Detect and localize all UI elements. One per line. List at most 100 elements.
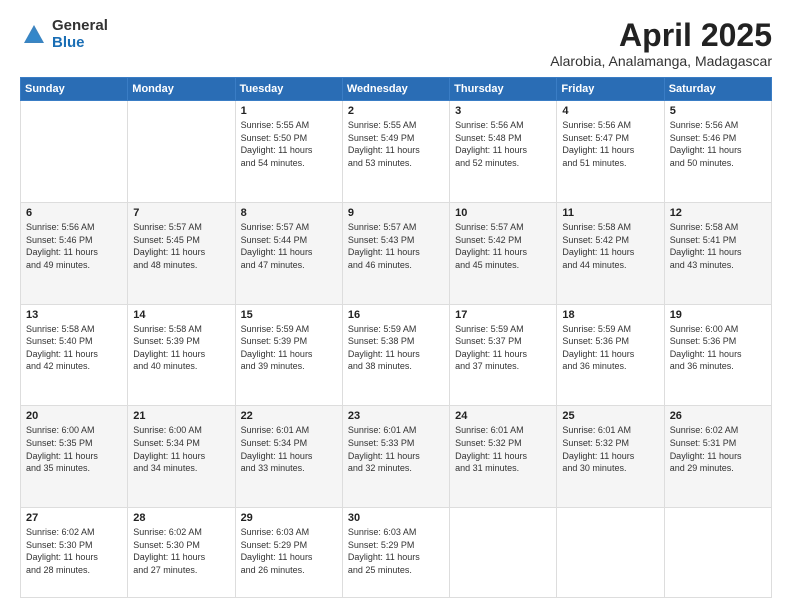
calendar-day-cell: 10 Sunrise: 5:57 AM Sunset: 5:42 PM Dayli…	[450, 202, 557, 304]
page: General Blue April 2025 Alarobia, Analam…	[0, 0, 792, 612]
day-number: 28	[133, 512, 229, 524]
calendar-header-friday: Friday	[557, 78, 664, 101]
day-detail: Sunrise: 6:00 AM Sunset: 5:34 PM Dayligh…	[133, 424, 229, 474]
calendar-week-row: 13Sunrise: 5:58 AM Sunset: 5:40 PM Dayli…	[21, 304, 772, 406]
day-detail: Sunrise: 6:02 AM Sunset: 5:31 PM Dayligh…	[670, 424, 766, 474]
day-number: 16	[348, 309, 444, 321]
calendar-week-row: 20Sunrise: 6:00 AM Sunset: 5:35 PM Dayli…	[21, 406, 772, 508]
day-detail: Sunrise: 5:58 AM Sunset: 5:39 PM Dayligh…	[133, 323, 229, 373]
day-detail: Sunrise: 5:59 AM Sunset: 5:38 PM Dayligh…	[348, 323, 444, 373]
calendar-day-cell: 27 Sunrise: 6:02 AM Sunset: 5:30 PM Dayli…	[21, 508, 128, 598]
calendar-day-cell: 28Sunrise: 6:02 AM Sunset: 5:30 PM Dayli…	[128, 508, 235, 598]
day-detail: Sunrise: 5:59 AM Sunset: 5:39 PM Dayligh…	[241, 323, 337, 373]
day-number: 25	[562, 410, 658, 422]
day-detail: Sunrise: 5:57 AM Sunset: 5:43 PM Dayligh…	[348, 221, 444, 271]
logo-text: General Blue	[52, 18, 108, 51]
day-detail: Sunrise: 5:59 AM Sunset: 5:36 PM Dayligh…	[562, 323, 658, 373]
calendar-day-cell: 17 Sunrise: 5:59 AM Sunset: 5:37 PM Dayli…	[450, 304, 557, 406]
day-number: 24	[455, 410, 551, 422]
calendar-header-saturday: Saturday	[664, 78, 771, 101]
logo-icon	[20, 21, 48, 49]
calendar-header-wednesday: Wednesday	[342, 78, 449, 101]
calendar-day-cell	[21, 101, 128, 203]
day-number: 10	[455, 207, 551, 219]
day-number: 9	[348, 207, 444, 219]
calendar-day-cell: 2Sunrise: 5:55 AM Sunset: 5:49 PM Daylig…	[342, 101, 449, 203]
day-detail: Sunrise: 6:03 AM Sunset: 5:29 PM Dayligh…	[241, 526, 337, 576]
calendar-day-cell: 29 Sunrise: 6:03 AM Sunset: 5:29 PM Dayli…	[235, 508, 342, 598]
day-detail: Sunrise: 5:56 AM Sunset: 5:46 PM Dayligh…	[670, 119, 766, 169]
day-detail: Sunrise: 5:57 AM Sunset: 5:45 PM Dayligh…	[133, 221, 229, 271]
calendar-day-cell: 20Sunrise: 6:00 AM Sunset: 5:35 PM Dayli…	[21, 406, 128, 508]
day-number: 11	[562, 207, 658, 219]
calendar-day-cell	[557, 508, 664, 598]
day-number: 20	[26, 410, 122, 422]
calendar-day-cell: 26 Sunrise: 6:02 AM Sunset: 5:31 PM Dayli…	[664, 406, 771, 508]
calendar-day-cell: 16 Sunrise: 5:59 AM Sunset: 5:38 PM Dayli…	[342, 304, 449, 406]
calendar-day-cell	[450, 508, 557, 598]
day-number: 30	[348, 512, 444, 524]
month-title: April 2025	[550, 18, 772, 53]
calendar-day-cell: 22 Sunrise: 6:01 AM Sunset: 5:34 PM Dayli…	[235, 406, 342, 508]
calendar-day-cell: 23 Sunrise: 6:01 AM Sunset: 5:33 PM Dayli…	[342, 406, 449, 508]
calendar-header-monday: Monday	[128, 78, 235, 101]
calendar-header-tuesday: Tuesday	[235, 78, 342, 101]
calendar-day-cell: 15 Sunrise: 5:59 AM Sunset: 5:39 PM Dayli…	[235, 304, 342, 406]
day-detail: Sunrise: 6:01 AM Sunset: 5:32 PM Dayligh…	[562, 424, 658, 474]
day-number: 4	[562, 105, 658, 117]
day-number: 1	[241, 105, 337, 117]
day-number: 18	[562, 309, 658, 321]
day-detail: Sunrise: 6:00 AM Sunset: 5:36 PM Dayligh…	[670, 323, 766, 373]
day-number: 21	[133, 410, 229, 422]
day-detail: Sunrise: 5:58 AM Sunset: 5:41 PM Dayligh…	[670, 221, 766, 271]
day-number: 3	[455, 105, 551, 117]
day-detail: Sunrise: 6:01 AM Sunset: 5:33 PM Dayligh…	[348, 424, 444, 474]
day-detail: Sunrise: 5:58 AM Sunset: 5:42 PM Dayligh…	[562, 221, 658, 271]
day-number: 23	[348, 410, 444, 422]
calendar-day-cell: 30 Sunrise: 6:03 AM Sunset: 5:29 PM Dayli…	[342, 508, 449, 598]
calendar-day-cell: 18 Sunrise: 5:59 AM Sunset: 5:36 PM Dayli…	[557, 304, 664, 406]
calendar-day-cell: 11 Sunrise: 5:58 AM Sunset: 5:42 PM Dayli…	[557, 202, 664, 304]
day-detail: Sunrise: 6:02 AM Sunset: 5:30 PM Dayligh…	[26, 526, 122, 576]
day-detail: Sunrise: 5:57 AM Sunset: 5:44 PM Dayligh…	[241, 221, 337, 271]
calendar-day-cell: 8Sunrise: 5:57 AM Sunset: 5:44 PM Daylig…	[235, 202, 342, 304]
header: General Blue April 2025 Alarobia, Analam…	[20, 18, 772, 69]
day-detail: Sunrise: 6:01 AM Sunset: 5:32 PM Dayligh…	[455, 424, 551, 474]
title-block: April 2025 Alarobia, Analamanga, Madagas…	[550, 18, 772, 69]
day-number: 13	[26, 309, 122, 321]
calendar-header-thursday: Thursday	[450, 78, 557, 101]
calendar-day-cell: 9 Sunrise: 5:57 AM Sunset: 5:43 PM Daylig…	[342, 202, 449, 304]
calendar-day-cell: 1 Sunrise: 5:55 AM Sunset: 5:50 PM Daylig…	[235, 101, 342, 203]
logo-blue-text: Blue	[52, 35, 108, 52]
calendar-day-cell: 7 Sunrise: 5:57 AM Sunset: 5:45 PM Daylig…	[128, 202, 235, 304]
calendar-day-cell	[128, 101, 235, 203]
calendar-day-cell: 12Sunrise: 5:58 AM Sunset: 5:41 PM Dayli…	[664, 202, 771, 304]
day-number: 26	[670, 410, 766, 422]
day-detail: Sunrise: 5:55 AM Sunset: 5:50 PM Dayligh…	[241, 119, 337, 169]
calendar-table: SundayMondayTuesdayWednesdayThursdayFrid…	[20, 77, 772, 598]
calendar-week-row: 27 Sunrise: 6:02 AM Sunset: 5:30 PM Dayli…	[21, 508, 772, 598]
day-number: 2	[348, 105, 444, 117]
calendar-day-cell: 14Sunrise: 5:58 AM Sunset: 5:39 PM Dayli…	[128, 304, 235, 406]
day-detail: Sunrise: 5:56 AM Sunset: 5:46 PM Dayligh…	[26, 221, 122, 271]
calendar-day-cell: 3 Sunrise: 5:56 AM Sunset: 5:48 PM Daylig…	[450, 101, 557, 203]
day-detail: Sunrise: 6:03 AM Sunset: 5:29 PM Dayligh…	[348, 526, 444, 576]
logo-general-text: General	[52, 18, 108, 35]
day-detail: Sunrise: 6:01 AM Sunset: 5:34 PM Dayligh…	[241, 424, 337, 474]
day-number: 29	[241, 512, 337, 524]
calendar-day-cell: 24 Sunrise: 6:01 AM Sunset: 5:32 PM Dayli…	[450, 406, 557, 508]
calendar-day-cell: 5Sunrise: 5:56 AM Sunset: 5:46 PM Daylig…	[664, 101, 771, 203]
calendar-day-cell: 4 Sunrise: 5:56 AM Sunset: 5:47 PM Daylig…	[557, 101, 664, 203]
day-number: 7	[133, 207, 229, 219]
day-detail: Sunrise: 5:57 AM Sunset: 5:42 PM Dayligh…	[455, 221, 551, 271]
day-detail: Sunrise: 5:56 AM Sunset: 5:47 PM Dayligh…	[562, 119, 658, 169]
day-number: 27	[26, 512, 122, 524]
location-title: Alarobia, Analamanga, Madagascar	[550, 53, 772, 69]
calendar-week-row: 6Sunrise: 5:56 AM Sunset: 5:46 PM Daylig…	[21, 202, 772, 304]
day-detail: Sunrise: 5:56 AM Sunset: 5:48 PM Dayligh…	[455, 119, 551, 169]
day-number: 15	[241, 309, 337, 321]
calendar-day-cell	[664, 508, 771, 598]
day-number: 22	[241, 410, 337, 422]
day-detail: Sunrise: 5:59 AM Sunset: 5:37 PM Dayligh…	[455, 323, 551, 373]
day-number: 17	[455, 309, 551, 321]
